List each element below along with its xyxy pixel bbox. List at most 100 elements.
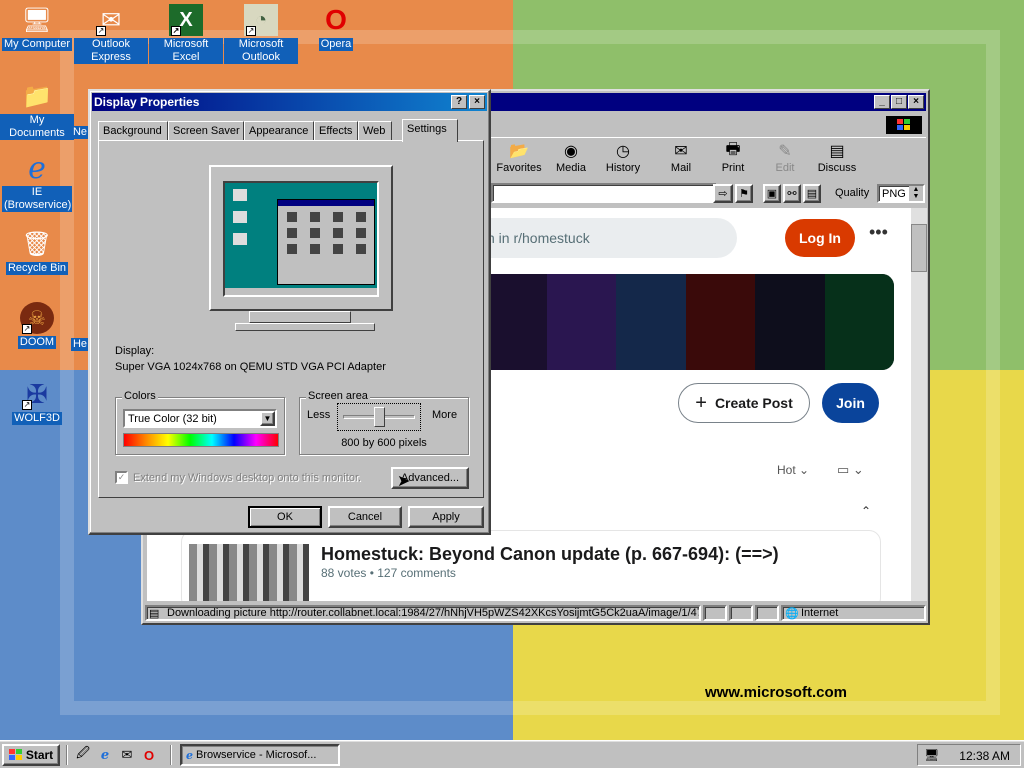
taskbar-task-label: Browservice - Microsof... [196,749,317,761]
desktop-icon-my-documents[interactable]: 📁 My Documents [0,80,74,140]
color-spectrum [123,433,279,447]
internet-explorer-icon[interactable]: e [96,746,114,764]
toolbar-edit-button[interactable]: ✎ Edit [759,140,811,174]
desktop-icon-outlook-express[interactable]: ✉ ↗ Outlook Express [74,4,148,64]
taskbar-divider [170,745,172,765]
mouse-cursor-icon: ➤ [397,473,411,490]
desktop-icon-label: DOOM [17,336,57,349]
desktop-icon-partial-ne[interactable]: Ne [70,126,90,139]
more-options-icon[interactable]: ••• [869,222,888,243]
desktop-icon-opera[interactable]: O Opera [299,4,373,51]
close-button[interactable]: × [469,95,485,109]
dropdown-arrow-icon[interactable]: ▼ [260,411,275,426]
toolbar-print-button[interactable]: 🖶 Print [707,140,759,175]
address-input[interactable] [491,183,717,203]
desktop-icon-label: He [70,338,90,351]
folder-icon: 📁 [22,82,52,110]
monitor-base [235,323,375,331]
go-button[interactable]: ⇨ [713,184,733,203]
colors-legend: Colors [122,390,158,402]
desktop-icon-label: My Documents [0,114,74,140]
colors-select[interactable]: True Color (32 bit) ▼ [123,409,277,428]
show-desktop-icon[interactable]: 🖉 [74,745,92,764]
wallpaper-url: www.microsoft.com [705,684,847,701]
bookmark-icon[interactable]: ⚑ [735,184,753,203]
tab-web[interactable]: Web [358,121,392,141]
close-button[interactable]: × [908,95,924,109]
post-title[interactable]: Homestuck: Beyond Canon update (p. 667-6… [321,544,779,565]
desktop-icon-doom[interactable]: ☠ ↗ DOOM [0,302,74,349]
desktop-icon-partial-he[interactable]: He [70,338,90,351]
toolbar-label: Edit [775,162,795,174]
preview-desktop-icon [233,189,247,201]
status-pane [755,605,779,621]
desktop-icon-wolf3d[interactable]: ✠ ↗ WOLF3D [0,378,74,425]
toolbar-favorites-button[interactable]: 📂 Favorites [493,140,545,174]
desktop-icon-label: Microsoft Outlook [224,38,298,64]
preview-icon-grid [278,206,374,260]
toolbar-history-button[interactable]: ◷ History [597,140,649,174]
banner-panel [685,274,755,370]
dialog-title-bar[interactable]: Display Properties ? × [92,93,487,111]
view-toggle[interactable]: ▭ ⌄ [837,462,864,478]
sort-dropdown[interactable]: Hot ⌄ [777,463,809,477]
outlook-express-icon[interactable]: ✉ [118,746,136,764]
desktop-icon-label: IE (Browservice) [2,186,72,212]
desktop-icon-excel[interactable]: X ↗ Microsoft Excel [149,4,223,64]
toolbar-media-button[interactable]: ◉ Media [545,140,597,174]
status-text: Downloading picture http://router.collab… [145,605,701,621]
tab-screen-saver[interactable]: Screen Saver [168,121,244,141]
colors-value: True Color (32 bit) [128,413,217,425]
start-button[interactable]: Start [2,744,60,766]
desktop-icon-outlook[interactable]: ◔ ↗ Microsoft Outlook [224,4,298,64]
extend-desktop-label: Extend my Windows desktop onto this moni… [133,472,362,484]
display-properties-dialog[interactable]: Display Properties ? × Background Screen… [88,89,491,535]
desktop-icon-recycle-bin[interactable]: 🗑 Recycle Bin [0,228,74,275]
toolbar-mail-button[interactable]: ✉ Mail [655,140,707,174]
find-icon[interactable]: ⚯ [783,184,801,203]
page-icon[interactable]: ▣ [763,184,781,203]
quality-select[interactable]: PNG ▲ ▼ [877,184,925,203]
login-button[interactable]: Log In [785,219,855,257]
desktop-icon-my-computer[interactable]: 🖥 My Computer [0,4,74,51]
tab-effects[interactable]: Effects [314,121,358,141]
help-button[interactable]: ? [451,95,467,109]
ok-button[interactable]: OK [248,506,322,528]
clipboard-icon[interactable]: ▤ [803,184,821,203]
start-label: Start [25,748,54,762]
toolbar-label: Favorites [496,162,542,174]
minimize-button[interactable]: _ [874,95,890,109]
status-bar: Downloading picture http://router.collab… [145,603,926,623]
discuss-icon: ▤ [829,143,845,160]
cancel-button[interactable]: Cancel [328,506,402,528]
desktop-icon-label: Outlook Express [74,38,148,64]
tab-settings[interactable]: Settings [402,119,458,142]
extend-desktop-checkbox[interactable]: ✓ [115,471,128,484]
desktop-icon-ie[interactable]: e IE (Browservice) [0,151,74,212]
resolution-slider-thumb[interactable] [374,407,385,427]
tab-appearance[interactable]: Appearance [244,121,314,141]
join-button[interactable]: Join [822,383,879,423]
maximize-button[interactable]: □ [891,95,907,109]
screen-area-legend: Screen area [306,390,370,402]
display-settings-icon[interactable]: 🖥 [924,748,939,762]
taskbar-divider [66,745,68,765]
mail-icon: ✉ [674,143,688,160]
tab-background[interactable]: Background [98,121,168,141]
banner-panel [546,274,616,370]
quality-spin-icon[interactable]: ▲ ▼ [909,186,923,201]
vertical-scrollbar[interactable] [911,208,927,601]
desktop-icon-label: Recycle Bin [5,262,69,275]
clock[interactable]: 12:38 AM [959,749,1010,763]
taskbar-browservice-button[interactable]: e Browservice - Microsof... [180,744,340,766]
scrollbar-thumb[interactable] [911,224,927,272]
settings-panel: Display: Super VGA 1024x768 on QEMU STD … [98,140,484,498]
toolbar-discuss-button[interactable]: ▤ Discuss [811,140,863,174]
chevron-up-icon[interactable]: ⌃ [861,504,871,518]
post-thumbnail[interactable] [189,544,309,601]
recycle-bin-icon: 🗑 [21,230,53,258]
apply-button[interactable]: Apply [408,506,484,528]
create-post-button[interactable]: + Create Post [678,383,810,423]
desktop-icon-label: Microsoft Excel [149,38,223,64]
opera-icon[interactable]: O [140,746,158,764]
